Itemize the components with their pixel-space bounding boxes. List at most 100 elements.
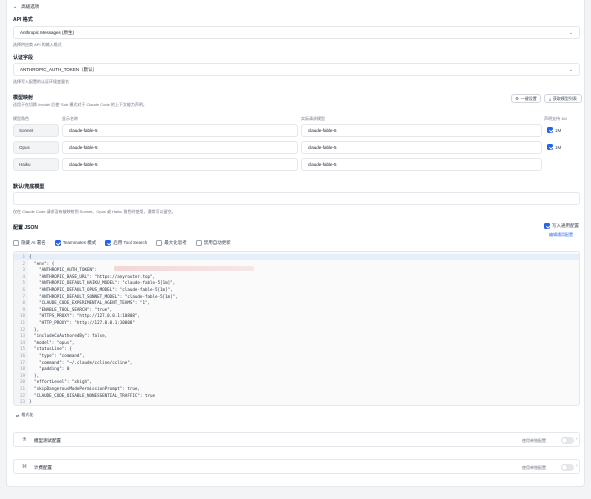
billing-config-toggle-label: 使用单独配置 (522, 465, 546, 470)
sonnet-1m-checkbox[interactable]: 1M (547, 127, 561, 133)
sonnet-actual-input[interactable]: claude-fable-5 (301, 124, 542, 137)
line-number: 6 (22, 287, 25, 292)
option-hide-ai-attribution[interactable]: 隐藏 AI 署名 (13, 240, 46, 246)
line-number: 7 (22, 293, 25, 299)
model-test-config-toggle[interactable] (561, 437, 574, 444)
code-line: 22 "CLAUDE_CODE_DISABLE_NONESSENTIAL_TRA… (14, 393, 579, 399)
default-model-input[interactable] (13, 192, 580, 205)
advanced-options-title: 高级选项 (21, 4, 40, 9)
code-text: "type": "command", (29, 353, 85, 358)
opus-1m-checkbox[interactable]: 1M (547, 144, 561, 150)
one-click-setup-button[interactable]: ⚙ 一键设置 (511, 94, 541, 103)
code-text: "CLAUDE_CODE_EXPERIMENTAL_AGENT_TEAMS": … (29, 300, 151, 306)
checkbox-checked-icon (105, 240, 112, 246)
auth-field-select[interactable]: ANTHROPIC_AUTH_TOKEN（默认） ⌄ (13, 63, 580, 76)
api-format-label: API 格式 (13, 17, 33, 23)
opus-actual-input[interactable]: claude-fable-5 (301, 141, 542, 154)
chevron-right-icon: › (576, 463, 578, 469)
code-text: "ANTHROPIC_AUTH_TOKEN": (29, 267, 100, 273)
fetch-model-list-button[interactable]: ⤓ 获取模型列表 (544, 94, 582, 103)
code-line: 12 }, (14, 327, 579, 333)
code-line: 18 "padding": 0 (14, 366, 579, 372)
code-text: "ANTHROPIC_BASE_URL": "https://anyrouter… (29, 273, 156, 279)
code-text: "HTTP_PROXY": "http://127.0.0.1:10808" (29, 320, 135, 325)
model-role-sonnet: Sonnet (13, 124, 59, 137)
line-number: 1 (22, 254, 25, 259)
code-text: "command": "~/.claude/ccline/ccline", (29, 359, 133, 365)
haiku-actual-input[interactable]: claude-fable-5 (301, 158, 542, 171)
edit-common-config-link[interactable]: 编辑通用配置 (549, 232, 573, 238)
opus-display-input[interactable]: claude-fable-5 (62, 141, 298, 154)
advanced-options-header[interactable]: ⌄ 高级选项 (13, 4, 39, 10)
format-icon: ⇄ (16, 412, 20, 418)
code-line: 14 "model": "opus", (14, 340, 579, 346)
code-line: 2 "env": { (14, 261, 579, 267)
billing-config-section[interactable]: ⌘ 计费配置 使用单独配置 › (13, 459, 580, 474)
line-number: 22 (19, 392, 25, 398)
option-disable-auto-update[interactable]: 禁用自动更新 (195, 240, 231, 246)
code-line: 5 "ANTHROPIC_DEFAULT_HAIKU_MODEL": "clau… (14, 280, 579, 286)
line-number: 21 (19, 386, 25, 391)
chevron-down-icon: ⌄ (13, 4, 18, 10)
api-format-select[interactable]: Anthropic Messages (原生) ⌄ (13, 26, 580, 39)
line-number: 2 (22, 260, 25, 266)
haiku-display-input[interactable]: claude-fable-5 (62, 158, 298, 171)
col-header-role: 模型角色 (13, 116, 29, 121)
model-test-config-toggle-label: 使用单独配置 (522, 438, 546, 443)
code-text: "CLAUDE_CODE_DISABLE_NONESSENTIAL_TRAFFI… (29, 392, 156, 398)
sonnet-display-input[interactable]: claude-fable-5 (62, 124, 298, 137)
line-number: 8 (22, 300, 25, 306)
checkbox-checked-icon (544, 223, 550, 229)
code-line: 6 "ANTHROPIC_DEFAULT_OPUS_MODEL": "claud… (14, 287, 579, 293)
line-number: 16 (19, 353, 25, 358)
option-enable-tool-search[interactable]: 启用 Tool Search (105, 240, 147, 246)
chevron-down-icon: ⌄ (568, 29, 573, 36)
line-number: 12 (19, 326, 25, 332)
line-number: 5 (22, 280, 25, 286)
code-line: 8 "CLAUDE_CODE_EXPERIMENTAL_AGENT_TEAMS"… (14, 300, 579, 306)
code-text: } (29, 399, 32, 405)
code-line: 11 "HTTP_PROXY": "http://127.0.0.1:10808… (14, 320, 579, 326)
billing-config-title: 计费配置 (34, 465, 52, 470)
config-options-row: 隐藏 AI 署名 Teammates 模式 启用 Tool Search 最大化… (13, 240, 231, 246)
model-role-haiku: Haiku (13, 158, 59, 171)
code-line: 9 "ENABLE_TOOL_SEARCH": "true", (14, 307, 579, 313)
model-test-config-section[interactable]: ⚗ 模型测试配置 使用单独配置 › (13, 432, 580, 447)
auth-field-hint: 选择写入配置的认证环境变量名 (13, 79, 69, 84)
code-line: 1{ (14, 254, 579, 260)
checkbox-checked-icon (547, 144, 553, 150)
chevron-right-icon: › (576, 436, 578, 442)
code-text: "ENABLE_TOOL_SEARCH": "true", (29, 306, 113, 312)
config-json-title: 配置 JSON (13, 225, 39, 231)
line-number: 11 (19, 320, 25, 325)
line-number: 17 (19, 359, 25, 365)
code-text: "env": { (29, 260, 55, 266)
line-number: 20 (19, 379, 25, 385)
advanced-options-panel: ⌄ 高级选项 API 格式 Anthropic Messages (原生) ⌄ … (6, 0, 585, 487)
line-number: 4 (22, 273, 25, 279)
code-line: 23} (14, 399, 579, 405)
json-code-editor[interactable]: 1{2 "env": {3 "ANTHROPIC_AUTH_TOKEN": 4 … (13, 251, 580, 406)
code-text: }, (29, 372, 40, 378)
auth-field-label: 认证字段 (13, 55, 34, 61)
col-header-actual: 实际请求模型 (301, 116, 325, 121)
code-text: "statusLine": { (29, 346, 72, 352)
line-number: 18 (19, 366, 25, 372)
option-max-thinking[interactable]: 最大化思考 (156, 240, 187, 246)
billing-config-toggle[interactable] (561, 464, 574, 471)
checkbox-icon (13, 240, 19, 246)
code-text: }, (29, 326, 40, 332)
checkbox-icon (195, 240, 202, 246)
option-teammates-mode[interactable]: Teammates 模式 (54, 240, 96, 246)
code-text: { (29, 254, 32, 259)
code-line: 7 "ANTHROPIC_DEFAULT_SONNET_MODEL": "cla… (14, 294, 579, 300)
format-button[interactable]: ⇄ 格式化 (16, 412, 33, 418)
auth-field-value: ANTHROPIC_AUTH_TOKEN（默认） (20, 66, 98, 72)
tag-icon: ⌘ (22, 464, 27, 470)
code-text: "padding": 0 (29, 366, 70, 372)
write-common-config-checkbox[interactable]: 写入通用配置 (544, 223, 579, 229)
code-line: 20 "effortLevel": "xhigh", (14, 379, 579, 385)
code-line: 3 "ANTHROPIC_AUTH_TOKEN": (14, 267, 579, 273)
code-text: "model": "opus", (29, 339, 75, 345)
line-number: 15 (19, 346, 25, 352)
